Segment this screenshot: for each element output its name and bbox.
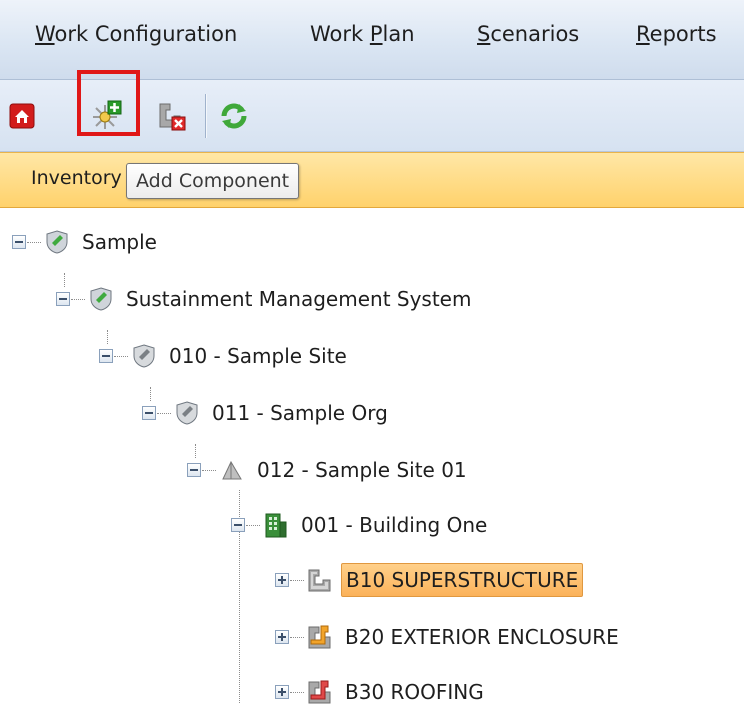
menu-label-part: eports — [649, 22, 717, 46]
menu-accel-key: P — [369, 22, 383, 46]
toolbar — [0, 80, 744, 152]
shield-icon — [87, 285, 115, 313]
tree-node-011-sample-org[interactable]: 011 - Sample Org — [142, 393, 392, 433]
tree-node-sample[interactable]: Sample — [12, 222, 161, 262]
tree-node-label: B30 ROOFING — [345, 680, 484, 704]
refresh-icon — [221, 103, 247, 129]
tree-connector — [290, 579, 304, 581]
menu-work-plan[interactable]: Work Plan — [310, 22, 415, 46]
tree-connector — [246, 524, 260, 526]
flag-icon — [218, 456, 246, 484]
shield-icon — [173, 399, 201, 427]
building-icon — [262, 511, 290, 539]
collapse-toggle[interactable] — [56, 292, 70, 306]
tree-node-label: Sample — [82, 230, 157, 254]
tree-node-001-building-one[interactable]: 001 - Building One — [231, 505, 491, 545]
tree-node-010-sample-site[interactable]: 010 - Sample Site — [99, 336, 351, 376]
add-component-icon — [93, 100, 122, 129]
toolbar-separator — [205, 94, 206, 138]
menu-scenarios[interactable]: Scenarios — [477, 22, 579, 46]
inventory-tree: Sample Sustainment Management System 010… — [0, 208, 744, 704]
collapse-toggle[interactable] — [187, 463, 201, 477]
inventory-label: Inventory — [31, 167, 122, 189]
tree-node-label: 001 - Building One — [301, 513, 488, 537]
tooltip: Add Component — [126, 163, 300, 199]
tree-connector — [157, 412, 171, 414]
menu-label-part: Work — [310, 22, 370, 46]
shield-icon — [43, 228, 71, 256]
delete-component-icon — [159, 103, 186, 131]
tree-connector — [27, 241, 41, 243]
tree-connector — [290, 636, 304, 638]
tree-node-b20-exterior-enclosure[interactable]: B20 EXTERIOR ENCLOSURE — [275, 617, 623, 657]
pipe-icon — [306, 678, 334, 706]
menu-accel-key: W — [35, 22, 55, 46]
refresh-button[interactable] — [216, 98, 252, 134]
collapse-toggle[interactable] — [12, 235, 26, 249]
home-icon — [9, 103, 35, 129]
tree-node-b30-roofing[interactable]: B30 ROOFING — [275, 672, 488, 712]
tree-node-label: Sustainment Management System — [126, 287, 472, 311]
inventory-header: Inventory — [0, 152, 744, 208]
pipe-icon — [306, 566, 334, 594]
menu-reports[interactable]: Reports — [636, 22, 717, 46]
tree-node-012-sample-site-01[interactable]: 012 - Sample Site 01 — [187, 450, 471, 490]
menu-label-part: cenarios — [490, 22, 580, 46]
menu-label-part: ork Configuration — [54, 22, 238, 46]
tree-node-label: B20 EXTERIOR ENCLOSURE — [345, 625, 619, 649]
add-component-button[interactable] — [88, 98, 124, 134]
expand-toggle[interactable] — [275, 685, 289, 699]
tree-node-sms[interactable]: Sustainment Management System — [56, 279, 475, 319]
home-button[interactable] — [4, 98, 40, 134]
collapse-toggle[interactable] — [142, 406, 156, 420]
tree-node-label: 010 - Sample Site — [169, 344, 347, 368]
expand-toggle[interactable] — [275, 630, 289, 644]
menu-label-part: lan — [382, 22, 415, 46]
pipe-icon — [306, 623, 334, 651]
expand-toggle[interactable] — [275, 573, 289, 587]
tree-connector — [202, 469, 216, 471]
tree-node-label-selected: B10 SUPERSTRUCTURE — [341, 563, 584, 597]
tree-node-b10-superstructure[interactable]: B10 SUPERSTRUCTURE — [275, 560, 584, 600]
delete-component-button[interactable] — [153, 98, 189, 134]
collapse-toggle[interactable] — [231, 518, 245, 532]
collapse-toggle[interactable] — [99, 349, 113, 363]
menu-accel-key: S — [477, 22, 491, 46]
menu-accel-key: R — [636, 22, 650, 46]
tree-connector — [290, 691, 304, 693]
tree-connector — [114, 355, 128, 357]
tree-connector — [71, 298, 85, 300]
menu-bar: Work Configuration Work Plan Scenarios R… — [0, 0, 744, 80]
menu-work-configuration[interactable]: Work Configuration — [35, 22, 237, 46]
tree-node-label: 011 - Sample Org — [212, 401, 388, 425]
shield-icon — [130, 342, 158, 370]
tree-node-label: 012 - Sample Site 01 — [257, 458, 467, 482]
